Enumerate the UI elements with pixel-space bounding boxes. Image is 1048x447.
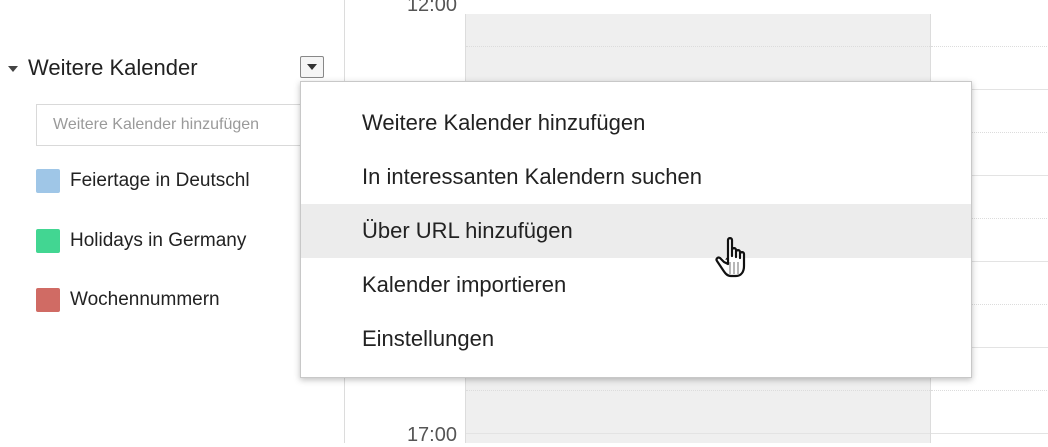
menu-item-add-by-url[interactable]: Über URL hinzufügen: [301, 204, 971, 258]
section-title: Weitere Kalender: [28, 55, 198, 80]
calendar-label: Wochennummern: [70, 289, 220, 310]
calendar-color-swatch[interactable]: [36, 169, 60, 193]
calendar-color-swatch[interactable]: [36, 288, 60, 312]
other-calendars-menu: Weitere Kalender hinzufügen In interessa…: [300, 81, 972, 378]
hand-pointer-icon: [715, 237, 746, 278]
other-calendars-dropdown-button[interactable]: [300, 56, 324, 78]
dropdown-arrow-icon: [307, 64, 317, 70]
time-label-bottom: 17:00: [406, 424, 457, 446]
calendar-color-swatch[interactable]: [36, 229, 60, 253]
calendar-item-holidays[interactable]: Holidays in Germany: [36, 228, 246, 254]
sidebar: Weitere Kalender Feiertage in Deutschl H…: [0, 0, 344, 443]
menu-item-settings[interactable]: Einstellungen: [301, 312, 971, 366]
menu-item-import-calendar[interactable]: Kalender importieren: [301, 258, 971, 312]
time-label-top: 12:00: [406, 0, 457, 16]
other-calendars-header[interactable]: Weitere Kalender: [8, 52, 198, 84]
menu-item-browse-interesting[interactable]: In interessanten Kalendern suchen: [301, 150, 971, 204]
menu-item-add-calendar[interactable]: Weitere Kalender hinzufügen: [301, 96, 971, 150]
calendar-label: Feiertage in Deutschl: [70, 170, 250, 191]
add-calendar-input[interactable]: [36, 104, 336, 146]
triangle-down-icon[interactable]: [8, 66, 18, 72]
calendar-item-wochennummern[interactable]: Wochennummern: [36, 287, 220, 313]
calendar-item-feiertage[interactable]: Feiertage in Deutschl: [36, 168, 250, 194]
calendar-label: Holidays in Germany: [70, 230, 247, 251]
